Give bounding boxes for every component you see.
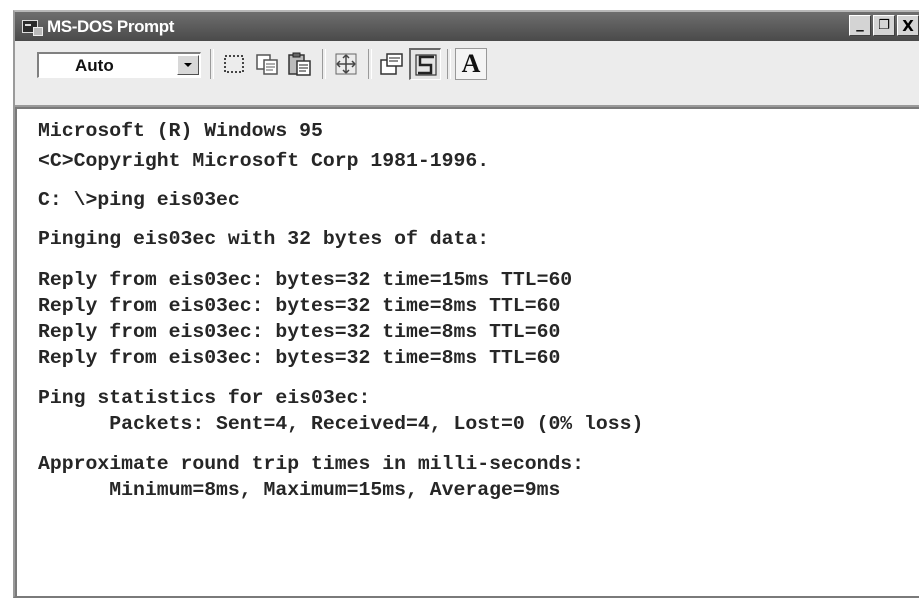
console-line: Reply from eis03ec: bytes=32 time=15ms T… (38, 269, 573, 291)
console-line: Reply from eis03ec: bytes=32 time=8ms TT… (38, 347, 561, 369)
console-line: C: \>ping eis03ec (38, 189, 240, 211)
console-line: Minimum=8ms, Maximum=15ms, Average=9ms (38, 479, 561, 501)
console-line: Microsoft (R) Windows 95 (38, 120, 323, 142)
mark-icon (224, 55, 244, 73)
restore-button[interactable]: ❐ (873, 15, 895, 36)
title-bar[interactable]: MS-DOS Prompt _ ❐ X (15, 12, 919, 41)
background-button[interactable] (409, 48, 441, 80)
font-button[interactable]: A (455, 48, 487, 80)
dropdown-arrow-button[interactable] (177, 55, 199, 75)
minimize-button[interactable]: _ (849, 13, 871, 36)
chevron-down-icon (184, 63, 192, 67)
ms-dos-app-icon[interactable] (21, 18, 43, 36)
console-line: Packets: Sent=4, Received=4, Lost=0 (0% … (38, 413, 644, 435)
toolbar: Auto A (15, 41, 919, 107)
mark-button[interactable] (218, 48, 250, 80)
toolbar-separator (210, 49, 214, 79)
console-line: Reply from eis03ec: bytes=32 time=8ms TT… (38, 321, 561, 343)
ms-dos-prompt-window: MS-DOS Prompt _ ❐ X Auto A Microsoft (R)… (13, 10, 919, 598)
minimize-icon: _ (856, 13, 864, 32)
close-icon: X (902, 16, 914, 35)
toolbar-separator (322, 49, 326, 79)
console-line: Reply from eis03ec: bytes=32 time=8ms TT… (38, 295, 561, 317)
paste-button[interactable] (284, 48, 316, 80)
console-line: Approximate round trip times in milli-se… (38, 453, 585, 475)
font-icon: A (461, 49, 481, 78)
console-output[interactable]: Microsoft (R) Windows 95 <C>Copyright Mi… (15, 107, 919, 596)
window-controls: _ ❐ X (849, 13, 919, 36)
font-size-value: Auto (75, 56, 114, 75)
close-button[interactable]: X (897, 15, 919, 36)
console-line: Ping statistics for eis03ec: (38, 387, 371, 409)
copy-button[interactable] (251, 48, 283, 80)
toolbar-separator (368, 49, 372, 79)
full-screen-button[interactable] (330, 48, 362, 80)
console-line: <C>Copyright Microsoft Corp 1981-1996. (38, 150, 490, 172)
copy-icon (256, 54, 278, 75)
properties-button[interactable] (376, 48, 408, 80)
properties-icon (380, 53, 403, 75)
font-size-select[interactable]: Auto (37, 52, 201, 78)
window-title: MS-DOS Prompt (47, 16, 175, 36)
paste-icon (288, 52, 311, 76)
full-screen-icon (335, 53, 357, 75)
toolbar-separator (447, 49, 451, 79)
restore-icon: ❐ (878, 18, 890, 33)
background-icon (414, 53, 437, 76)
console-line: Pinging eis03ec with 32 bytes of data: (38, 228, 490, 250)
